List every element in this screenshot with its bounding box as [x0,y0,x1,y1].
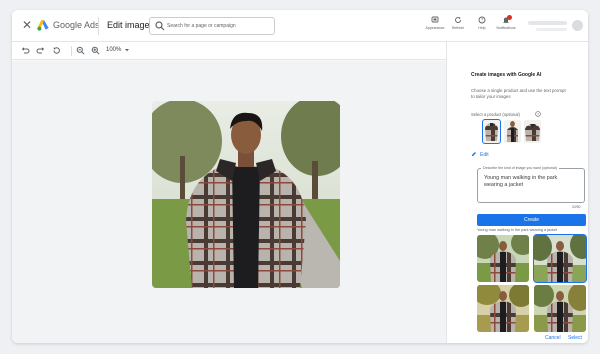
generated-image-1[interactable] [477,235,529,282]
history-icon[interactable] [52,46,61,55]
zoom-level[interactable]: 100% [106,47,121,53]
prompt-input[interactable]: Young man walking in the park wearing a … [484,175,576,189]
editor-toolbar: 100% [12,42,446,60]
svg-text:?: ? [537,112,539,116]
edit-link[interactable]: Edit [471,151,489,158]
undo-icon[interactable] [21,46,30,55]
appearance-label: Appearance [425,26,445,30]
prompt-field[interactable]: Describe the kind of image you want (opt… [477,166,585,203]
panel-title: Create images with Google AI [471,72,542,78]
help-label: Help [478,26,486,30]
generated-image-2[interactable] [533,234,587,283]
product-select-label: Select a product (optional) [471,112,520,117]
notification-badge [507,15,512,20]
editor-canvas [12,61,446,343]
svg-text:?: ? [481,18,483,23]
redo-icon[interactable] [36,46,45,55]
product-thumbnail[interactable] [524,120,541,143]
help-icon: ? [478,16,486,24]
man-in-plaid-jacket-photo[interactable] [152,101,340,288]
account-name-placeholder [528,21,567,25]
page-title: Edit image [107,20,150,30]
search-icon [155,21,165,31]
pencil-icon [472,152,476,156]
refresh-icon [455,17,461,23]
ai-image-panel: Create images with Google AI Choose a si… [446,42,588,343]
notifications-button[interactable]: Notifications [494,15,518,38]
edit-image-window: ✕ Google Ads Edit image Appearance [12,10,588,343]
refresh-label: Refresh [451,26,465,30]
toolbar-divider [71,46,72,56]
panel-description: Choose a single product and use the text… [471,88,566,99]
google-ads-logo [37,20,49,31]
help-button[interactable]: ? Help [470,16,494,38]
char-count: 0/250 [572,205,581,209]
refresh-button[interactable]: Refresh [446,16,470,38]
select-button[interactable]: Select [568,335,582,341]
cancel-button[interactable]: Cancel [545,335,561,341]
generated-image-4[interactable] [534,285,586,332]
account-id-placeholder [536,28,567,31]
edit-label: Edit [480,152,489,158]
header-divider [98,17,99,35]
appearance-button[interactable]: Appearance [423,16,447,38]
notifications-label: Notifications [496,26,516,30]
product-thumbnail[interactable] [504,120,521,143]
prompt-label: Describe the kind of image you want (opt… [481,166,559,170]
generated-image-3[interactable] [477,285,529,332]
brand-name: Google Ads [53,20,100,30]
results-caption: Young man walking in the park wearing a … [477,228,558,232]
appearance-icon [431,16,439,23]
help-icon[interactable]: ? [535,111,541,117]
close-icon[interactable]: ✕ [21,19,33,31]
top-app-bar: ✕ Google Ads Edit image Appearance [12,10,588,42]
zoom-out-icon[interactable] [76,46,85,55]
search-input[interactable] [167,21,272,31]
product-thumbnail[interactable] [482,119,501,144]
chevron-down-icon[interactable] [124,47,130,53]
avatar[interactable] [572,20,583,31]
zoom-in-icon[interactable] [91,46,100,55]
create-button[interactable]: Create [477,214,586,226]
search-box[interactable] [149,17,275,35]
